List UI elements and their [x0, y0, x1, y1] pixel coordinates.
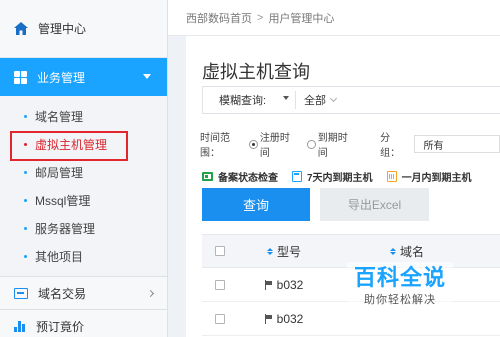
sidebar-item-server[interactable]: 服务器管理 [0, 214, 167, 242]
sidebar-item-label: 虚拟主机管理 [35, 137, 108, 152]
sidebar-domain-trade-label: 域名交易 [38, 286, 87, 301]
row-type: b032 [238, 278, 330, 292]
header-domain[interactable]: 域名 [330, 243, 500, 260]
watermark-sub-text: 助你轻松解决 [364, 294, 436, 306]
row-type-label: b032 [276, 311, 304, 326]
record-icon [202, 171, 213, 181]
sidebar-item-label: 邮局管理 [35, 165, 84, 180]
page-title: 虚拟主机查询 [202, 62, 310, 82]
sidebar-item-label: 服务器管理 [35, 221, 96, 236]
radio-register-label: 注册时间 [259, 133, 290, 159]
record-check-link[interactable]: 备案状态检查 [202, 169, 278, 184]
watermark-main-text: 百科全说 [353, 265, 446, 290]
breadcrumb-current: 用户管理中心 [268, 12, 335, 25]
sidebar: 管理中心 业务管理 域名管理 虚拟主机管理 邮局管理 Mssql管理 服务器管理… [0, 0, 168, 337]
row-checkbox-cell [202, 313, 238, 324]
query-button[interactable]: 查询 [202, 188, 310, 221]
record-check-label: 备案状态检查 [218, 172, 278, 184]
sidebar-item-mssql[interactable]: Mssql管理 [0, 186, 167, 214]
chevron-right-icon [146, 289, 155, 297]
export-excel-button[interactable]: 导出Excel [320, 188, 429, 221]
time-range-row: 时间范围： 注册时间 到期时间 分组： 所有 [200, 133, 500, 159]
sidebar-item-presale[interactable]: 预订竟价 [0, 309, 167, 337]
header-domain-label: 域名 [400, 244, 425, 259]
sidebar-sub-list: 域名管理 虚拟主机管理 邮局管理 Mssql管理 服务器管理 其他项目 [0, 96, 167, 270]
home-icon [14, 22, 28, 35]
sidebar-item-label: 域名管理 [35, 109, 84, 124]
select-all-checkbox[interactable] [215, 246, 225, 256]
sidebar-item-business[interactable]: 业务管理 [0, 58, 167, 96]
row-checkbox-cell [202, 279, 238, 290]
bullet-icon [24, 198, 27, 202]
expire-1month-link[interactable]: 一月内到期主机 [386, 169, 472, 184]
sort-icon [390, 247, 396, 255]
sort-icon [266, 247, 273, 255]
bullet-icon [24, 254, 27, 258]
sidebar-item-label: 其他项目 [35, 249, 84, 264]
row-checkbox[interactable] [215, 279, 225, 290]
flag-icon[interactable] [264, 313, 273, 324]
trade-icon [14, 287, 28, 299]
caret-down-icon [143, 74, 151, 79]
expire-7days-label: 7天内到期主机 [307, 172, 373, 184]
filter-bar: 模糊查询: 全部 [202, 86, 500, 114]
group-label: 分组： [380, 133, 401, 159]
row-type: b032 [238, 312, 330, 326]
flag-icon[interactable] [264, 279, 273, 290]
time-range-label: 时间范围： [200, 133, 230, 159]
header-type-label: 型号 [276, 244, 301, 259]
calendar-icon [292, 170, 302, 182]
group-select[interactable]: 所有 [414, 135, 500, 153]
row-checkbox[interactable] [215, 313, 225, 324]
sidebar-home-label: 管理中心 [38, 22, 87, 36]
sidebar-item-mail[interactable]: 邮局管理 [0, 158, 167, 186]
radio-expire-time[interactable] [307, 139, 316, 149]
sidebar-item-domain[interactable]: 域名管理 [0, 102, 167, 130]
filter-type-select[interactable]: 模糊查询: [203, 92, 295, 108]
header-checkbox-cell [202, 246, 238, 256]
radio-register-time[interactable] [249, 139, 258, 149]
sidebar-item-home[interactable]: 管理中心 [0, 0, 167, 58]
bullet-icon [24, 170, 27, 174]
quick-links: 备案状态检查 7天内到期主机 一月内到期主机 [202, 168, 500, 184]
row-type-label: b032 [276, 277, 304, 292]
breadcrumb: 西部数码首页 > 用户管理中心 [168, 0, 500, 36]
bullet-icon [24, 114, 27, 118]
sidebar-item-domain-trade[interactable]: 域名交易 [0, 276, 167, 309]
bullet-icon [24, 142, 27, 146]
breadcrumb-home-link[interactable]: 西部数码首页 [186, 10, 252, 26]
grid-icon [14, 70, 27, 84]
sidebar-item-other[interactable]: 其他项目 [0, 242, 167, 270]
filter-value-select[interactable]: 全部 [296, 92, 338, 108]
breadcrumb-separator: > [257, 11, 264, 24]
bullet-icon [24, 226, 27, 230]
expire-1month-label: 一月内到期主机 [401, 172, 472, 184]
filter-value-label: 全部 [304, 95, 326, 107]
sidebar-presale-label: 预订竟价 [36, 319, 85, 334]
sidebar-business-label: 业务管理 [37, 70, 86, 85]
sidebar-item-vhost[interactable]: 虚拟主机管理 [0, 130, 167, 161]
calendar-month-icon [386, 170, 397, 182]
chevron-down-icon [329, 94, 338, 103]
radio-expire-label: 到期时间 [317, 133, 348, 159]
sidebar-item-label: Mssql管理 [35, 193, 91, 208]
watermark-logo: 百科全说 助你轻松解决 [347, 262, 453, 310]
expire-7days-link[interactable]: 7天内到期主机 [292, 169, 373, 184]
header-type[interactable]: 型号 [238, 243, 330, 260]
bar-chart-icon [14, 320, 26, 332]
